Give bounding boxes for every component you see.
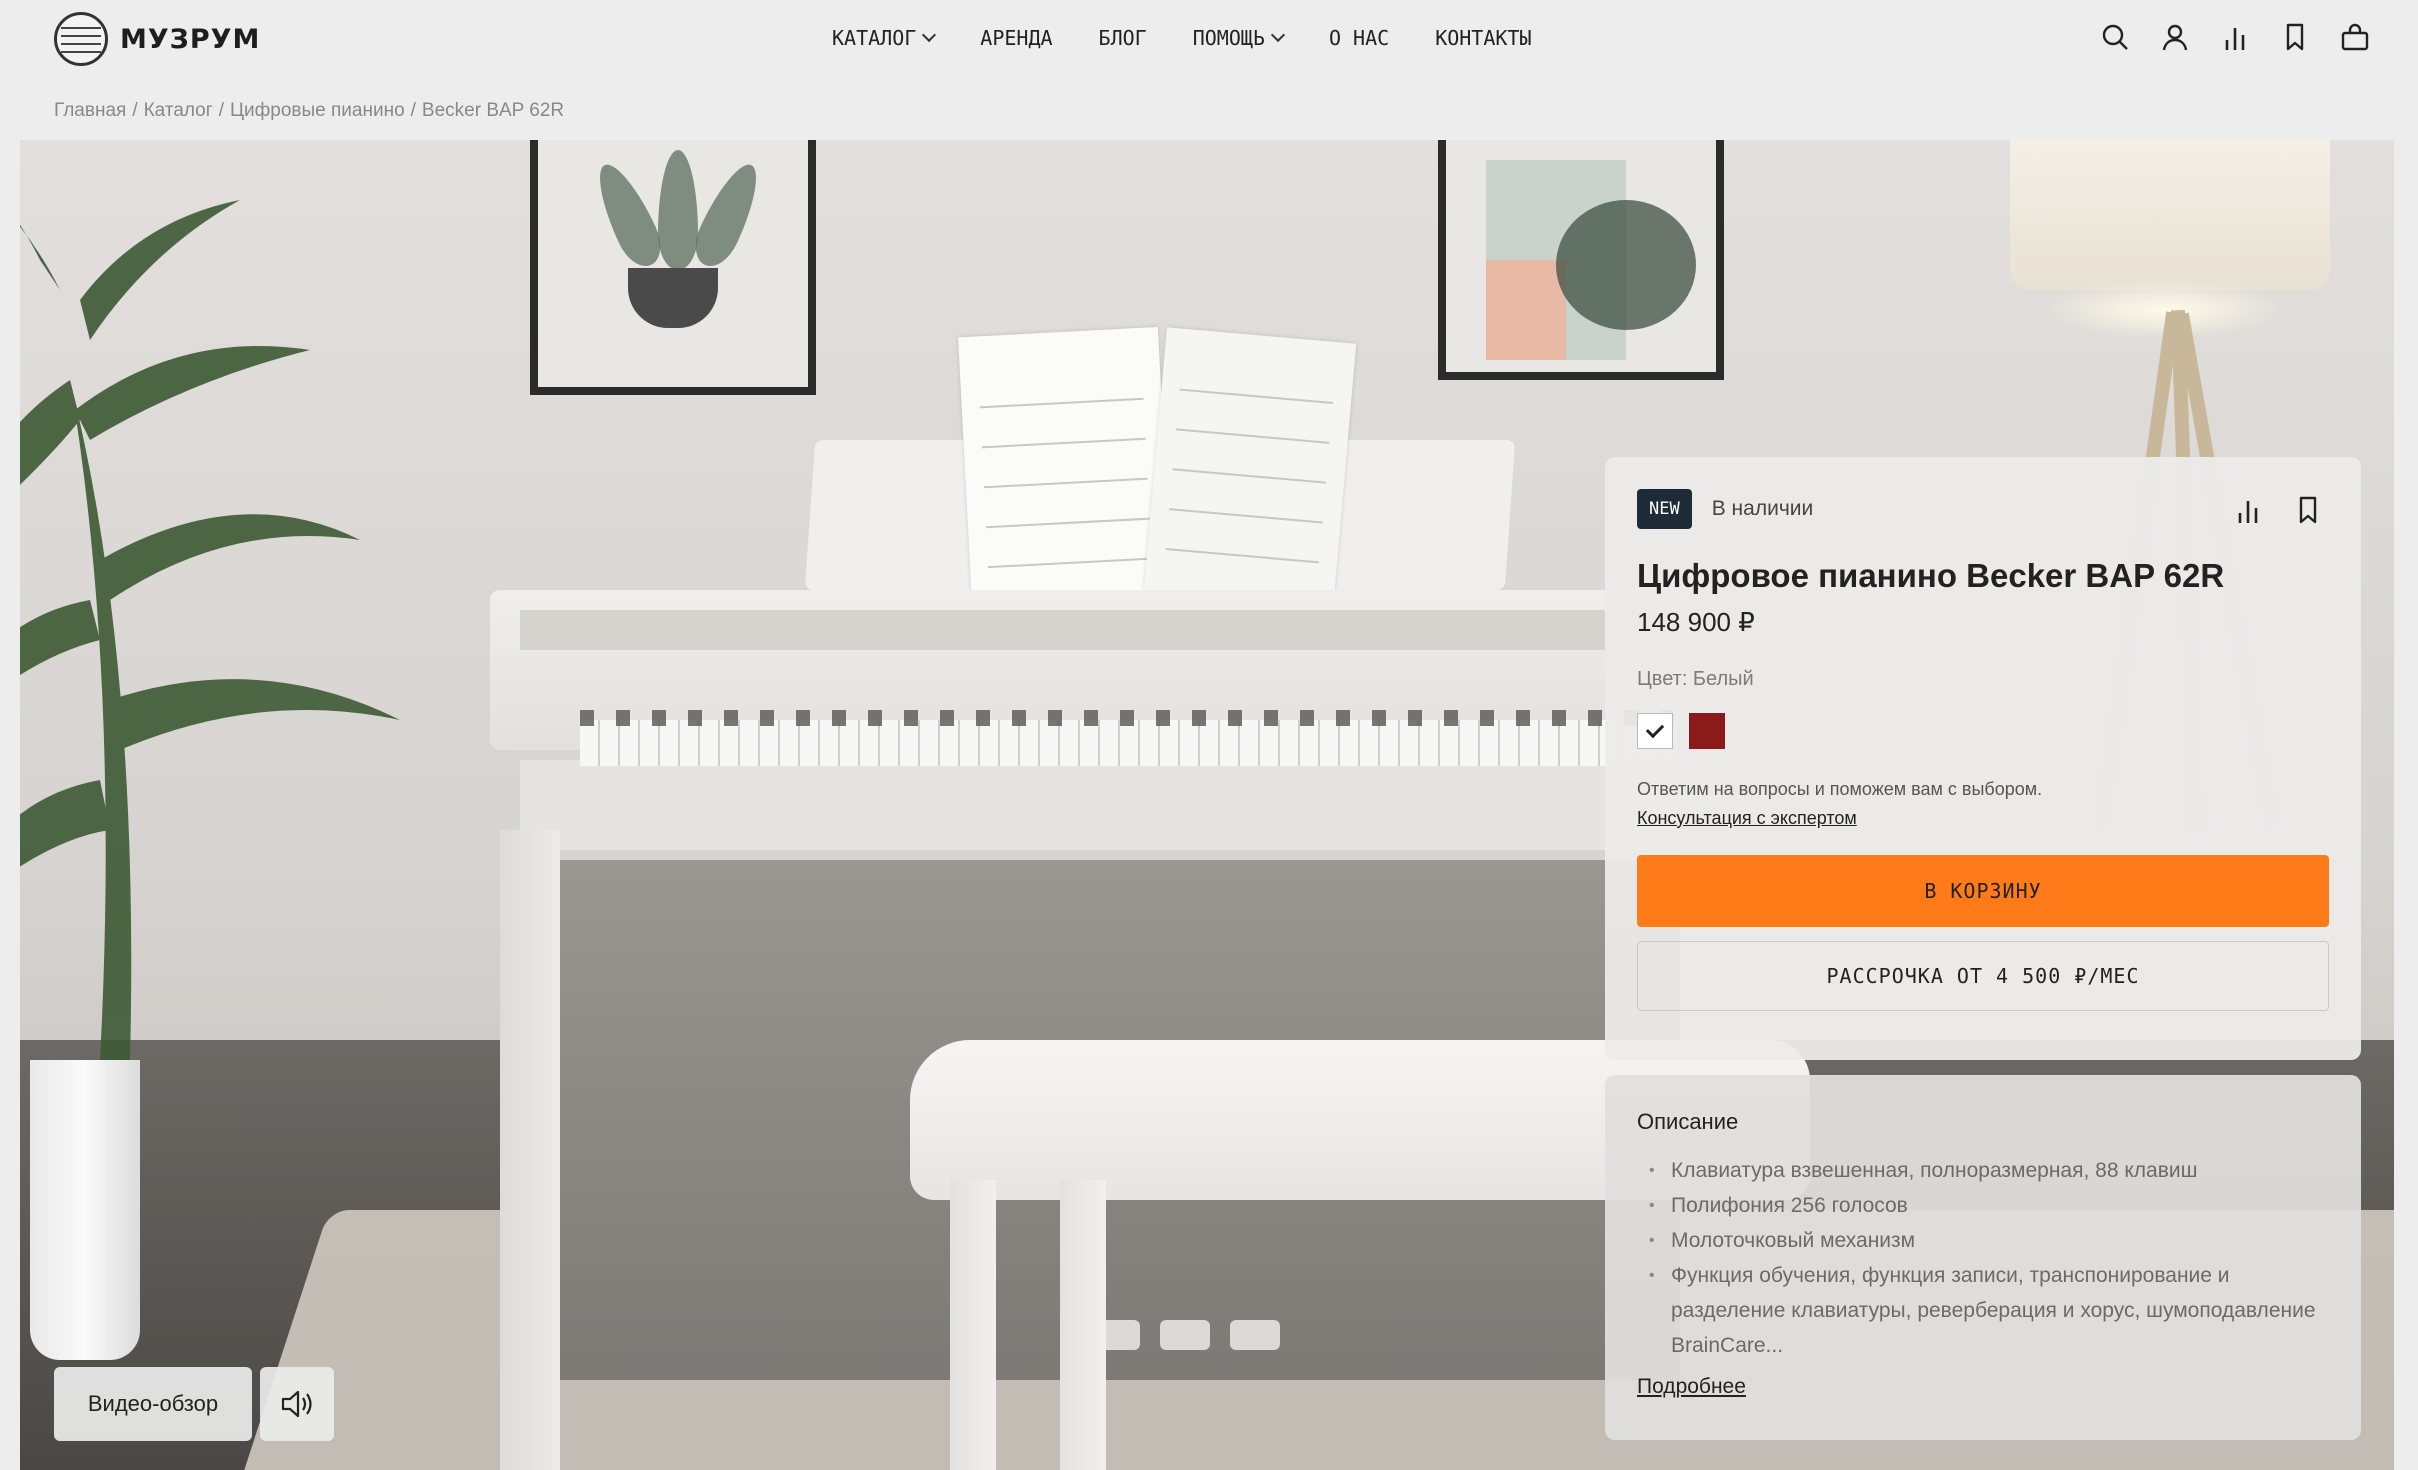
breadcrumb-current: Becker BAP 62R — [421, 100, 565, 121]
site-header: МУЗРУМ КАТАЛОГ АРЕНДА БЛОГ ПОМОЩЬ О НАС … — [0, 0, 2418, 80]
list-item: Клавиатура взвешенная, полноразмерная, 8… — [1637, 1153, 2329, 1188]
list-item: Функция обучения, функция записи, трансп… — [1637, 1258, 2329, 1363]
nav-label: ПОМОЩЬ — [1192, 26, 1265, 50]
search-icon[interactable] — [2100, 22, 2130, 52]
color-label: Цвет: Белый — [1637, 668, 1754, 690]
header-icons — [2100, 22, 2370, 52]
description-list: Клавиатура взвешенная, полноразмерная, 8… — [1637, 1153, 2329, 1363]
nav-label: КОНТАКТЫ — [1435, 26, 1532, 50]
color-swatch-white[interactable] — [1637, 713, 1673, 749]
floor-lamp — [2010, 140, 2330, 290]
breadcrumb-digital-pianos[interactable]: Цифровые пианино — [230, 100, 405, 122]
wall-art-right — [1438, 140, 1724, 380]
video-review-button[interactable]: Видео-обзор — [54, 1367, 252, 1441]
color-swatch-red[interactable] — [1689, 713, 1725, 749]
nav-blog[interactable]: БЛОГ — [1099, 26, 1147, 50]
wall-art-left — [530, 140, 816, 395]
expert-consultation-link[interactable]: Консультация с экспертом — [1637, 808, 1857, 829]
nav-label: АРЕНДА — [980, 26, 1053, 50]
nav-label: БЛОГ — [1098, 26, 1147, 50]
cart-icon[interactable] — [2340, 22, 2370, 52]
description-title: Описание — [1637, 1109, 1739, 1134]
plant-pot — [30, 1060, 140, 1360]
more-details-link[interactable]: Подробнее — [1637, 1375, 1746, 1399]
sound-toggle-button[interactable] — [260, 1367, 334, 1441]
nav-about[interactable]: О НАС — [1329, 26, 1389, 50]
breadcrumb-catalog[interactable]: Каталог — [144, 100, 213, 122]
user-icon[interactable] — [2160, 22, 2190, 52]
color-swatches — [1637, 713, 2329, 749]
new-badge: NEW — [1637, 489, 1692, 529]
nav-label: КАТАЛОГ — [832, 26, 917, 50]
compare-icon[interactable] — [2220, 22, 2250, 52]
chevron-down-icon — [922, 27, 937, 43]
description-card: Описание Клавиатура взвешенная, полнораз… — [1605, 1075, 2361, 1440]
logo-text: МУЗРУМ — [120, 23, 261, 55]
plant-decoration — [20, 200, 400, 1060]
compare-icon[interactable] — [2233, 495, 2261, 523]
check-icon — [1645, 719, 1665, 739]
bookmark-icon[interactable] — [2280, 22, 2310, 52]
sheet-music-book — [958, 326, 1172, 608]
product-card: NEW В наличии Цифровое пианино Becker BA… — [1605, 457, 2361, 1060]
speaker-icon — [281, 1390, 312, 1418]
logo[interactable]: МУЗРУМ — [54, 12, 260, 66]
list-item: Молоточковый механизм — [1637, 1223, 2329, 1258]
nav-contacts[interactable]: КОНТАКТЫ — [1435, 26, 1531, 50]
breadcrumb-home[interactable]: Главная — [54, 100, 126, 122]
nav-catalog[interactable]: КАТАЛОГ — [832, 26, 937, 50]
list-item: Полифония 256 голосов — [1637, 1188, 2329, 1223]
product-title: Цифровое пианино Becker BAP 62R — [1637, 557, 2225, 594]
chevron-down-icon — [1270, 27, 1286, 43]
nav-help[interactable]: ПОМОЩЬ — [1192, 26, 1286, 50]
bookmark-icon[interactable] — [2293, 495, 2321, 524]
help-text: Ответим на вопросы и поможем вам с выбор… — [1637, 779, 2043, 799]
main-nav: КАТАЛОГ АРЕНДА БЛОГ ПОМОЩЬ О НАС КОНТАКТ… — [832, 26, 1532, 50]
installment-button[interactable]: РАССРОЧКА ОТ 4 500 ₽/МЕС — [1637, 941, 2329, 1011]
stock-status: В наличии — [1711, 497, 1814, 520]
product-price: 148 900 ₽ — [1637, 607, 1755, 637]
logo-icon — [54, 12, 108, 66]
nav-rent[interactable]: АРЕНДА — [980, 26, 1052, 50]
breadcrumb: Главная / Каталог / Цифровые пианино / B… — [54, 100, 565, 122]
add-to-cart-button[interactable]: В КОРЗИНУ — [1637, 855, 2329, 927]
video-review-label: Видео-обзор — [87, 1391, 219, 1416]
nav-label: О НАС — [1328, 26, 1390, 50]
